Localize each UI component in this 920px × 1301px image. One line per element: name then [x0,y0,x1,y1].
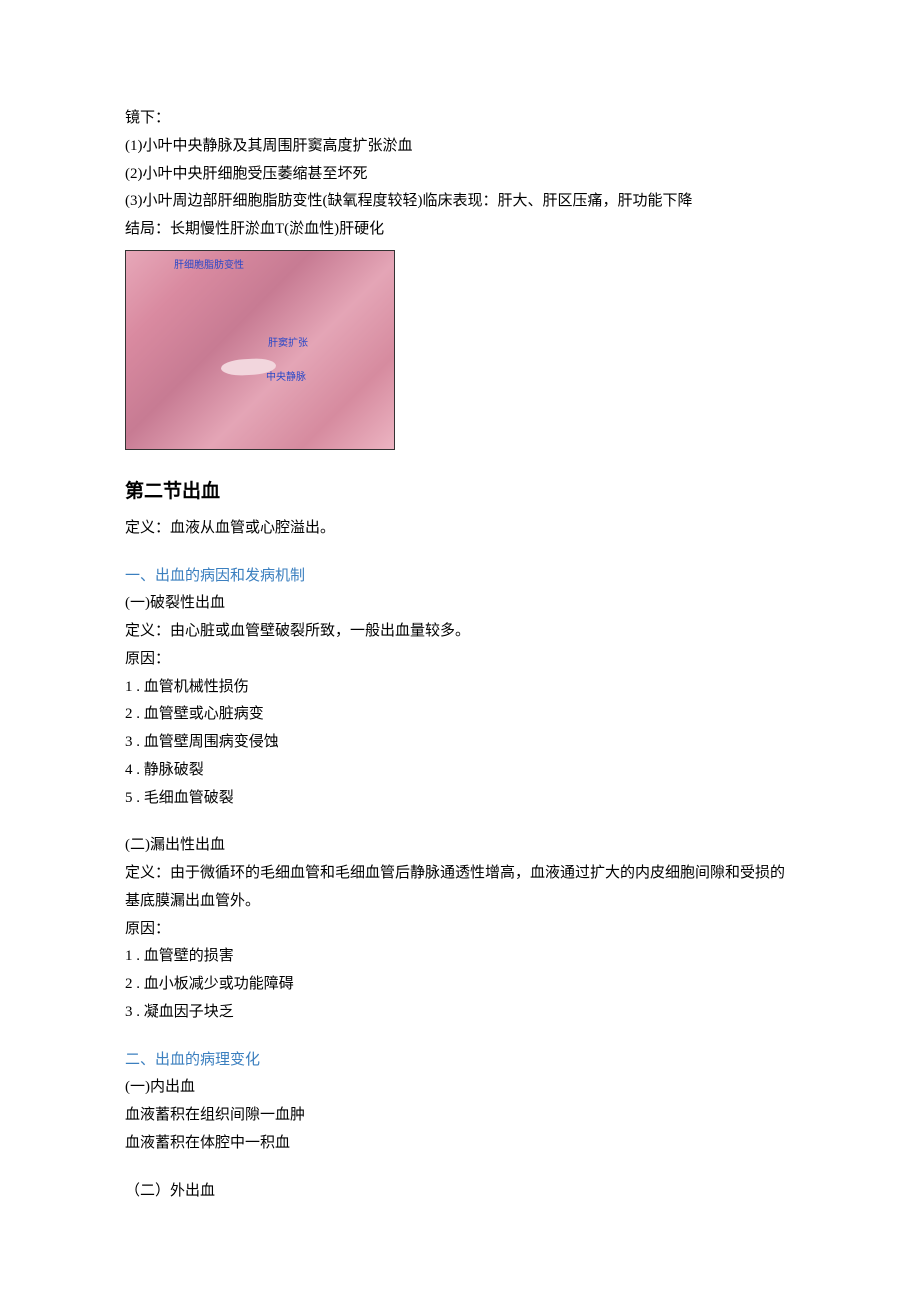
intro-point-2: (2)小叶中央肝细胞受压萎缩甚至坏死 [125,161,795,189]
image-label-fatty: 肝细胞脂肪变性 [174,257,244,276]
part2a-line-2: 血液蓄积在体腔中一积血 [125,1130,795,1158]
part1a-item-1: 1 . 血管机械性损伤 [125,674,795,702]
part2b-title: （二）外出血 [125,1178,795,1206]
document-page: 镜下： (1)小叶中央静脉及其周围肝窦高度扩张淤血 (2)小叶中央肝细胞受压萎缩… [0,0,920,1301]
part1a-title: (一)破裂性出血 [125,590,795,618]
intro-point-3: (3)小叶周边部肝细胞脂肪变性(缺氧程度较轻)临床表现：肝大、肝区压痛，肝功能下… [125,188,795,216]
part1-heading: 一、出血的病因和发病机制 [125,563,795,591]
section-2-definition: 定义：血液从血管或心腔溢出。 [125,515,795,543]
image-label-sinusoid: 肝窦扩张 [268,335,308,354]
part2a-title: (一)内出血 [125,1074,795,1102]
intro-point-1: (1)小叶中央静脉及其周围肝窦高度扩张淤血 [125,133,795,161]
histology-image: 肝细胞脂肪变性 肝窦扩张 中央静脉 [125,250,395,450]
part2-heading: 二、出血的病理变化 [125,1047,795,1075]
image-label-central-vein: 中央静脉 [266,369,306,388]
part1b-item-2: 2 . 血小板减少或功能障碍 [125,971,795,999]
part1b-item-1: 1 . 血管壁的损害 [125,943,795,971]
part1b-cause-label: 原因： [125,916,795,944]
part1b-definition: 定义：由于微循环的毛细血管和毛细血管后静脉通透性增高，血液通过扩大的内皮细胞间隙… [125,860,795,916]
part1b-title: (二)漏出性出血 [125,832,795,860]
part2a-line-1: 血液蓄积在组织间隙一血肿 [125,1102,795,1130]
intro-outcome: 结局：长期慢性肝淤血T(淤血性)肝硬化 [125,216,795,244]
part1b-item-3: 3 . 凝血因子块乏 [125,999,795,1027]
micro-header: 镜下： [125,105,795,133]
part1a-item-5: 5 . 毛细血管破裂 [125,785,795,813]
part1a-item-4: 4 . 静脉破裂 [125,757,795,785]
part1a-item-3: 3 . 血管壁周围病变侵蚀 [125,729,795,757]
section-2-title: 第二节出血 [125,474,795,509]
part1a-item-2: 2 . 血管壁或心脏病变 [125,701,795,729]
part1a-definition: 定义：由心脏或血管壁破裂所致，一般出血量较多。 [125,618,795,646]
part1a-cause-label: 原因： [125,646,795,674]
